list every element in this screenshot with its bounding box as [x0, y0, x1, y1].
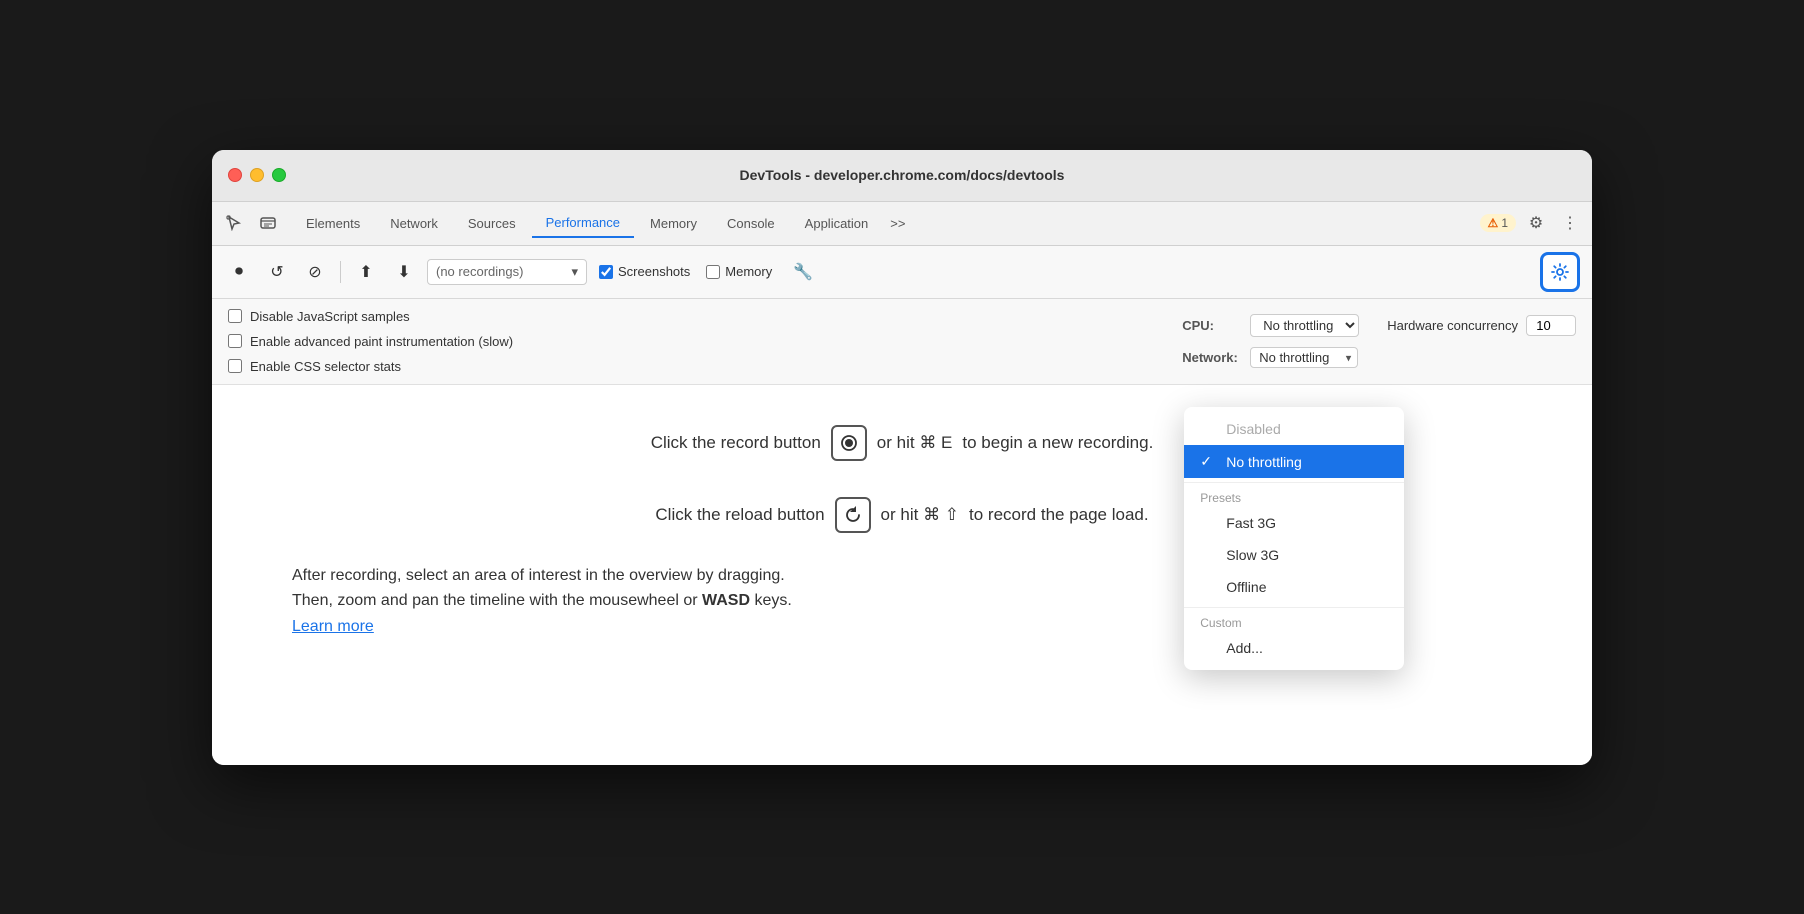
memory-checkbox-label[interactable]: Memory [706, 264, 772, 279]
tab-application[interactable]: Application [791, 210, 883, 237]
clear-button[interactable]: ⊘ [300, 257, 330, 287]
cpu-throttle-select[interactable]: No throttling [1250, 314, 1359, 337]
tab-bar: Elements Network Sources Performance Mem… [212, 202, 1592, 246]
learn-more-link[interactable]: Learn more [292, 618, 374, 635]
network-throttle-container: No throttling Disabled ✓ No throttling P… [1250, 347, 1358, 368]
wasd-bold: WASD [702, 592, 750, 609]
fast3g-label: Fast 3G [1226, 515, 1276, 531]
reload-suffix-text: to record the page load. [969, 505, 1149, 525]
screenshots-checkbox[interactable] [599, 265, 613, 279]
css-selector-stats-checkbox[interactable] [228, 359, 242, 373]
window-title: DevTools - developer.chrome.com/docs/dev… [740, 167, 1065, 183]
reload-instruction-row: Click the reload button or hit ⌘ ⇧ to re… [655, 497, 1148, 533]
memory-checkbox[interactable] [706, 265, 720, 279]
more-tabs-button[interactable]: >> [884, 212, 911, 235]
devtools-window: DevTools - developer.chrome.com/docs/dev… [212, 150, 1592, 765]
recording-select-value: (no recordings) [436, 264, 523, 279]
tab-right-actions: ⚠ 1 ⚙ ⋮ [1480, 209, 1584, 237]
dropdown-separator-1 [1184, 482, 1404, 483]
record-button[interactable]: ⏺ [224, 257, 254, 287]
maximize-button[interactable] [272, 168, 286, 182]
advanced-paint-label: Enable advanced paint instrumentation (s… [250, 334, 513, 349]
tab-sources[interactable]: Sources [454, 210, 530, 237]
tab-icons [220, 209, 282, 237]
disable-js-samples-label: Disable JavaScript samples [250, 309, 410, 324]
warning-icon: ⚠ [1488, 216, 1499, 230]
css-selector-stats-option: Enable CSS selector stats [228, 359, 513, 374]
network-throttle-dropdown: Disabled ✓ No throttling Presets Fast 3G [1184, 407, 1404, 670]
dropdown-item-offline[interactable]: Offline [1184, 571, 1404, 603]
inspect-icon[interactable] [254, 209, 282, 237]
record-instruction-text: Click the record button [651, 433, 821, 453]
disabled-label: Disabled [1226, 421, 1280, 437]
options-row: Disable JavaScript samples Enable advanc… [212, 299, 1592, 385]
reload-instruction-text: Click the reload button [655, 505, 824, 525]
record-suffix-text: to begin a new recording. [962, 433, 1153, 453]
hardware-concurrency-input[interactable] [1526, 315, 1576, 336]
hardware-concurrency-label: Hardware concurrency [1387, 318, 1518, 333]
record-instruction-row: Click the record button or hit ⌘ E to be… [651, 425, 1154, 461]
traffic-lights [228, 168, 286, 182]
tab-performance[interactable]: Performance [532, 209, 634, 238]
reload-btn-icon [835, 497, 871, 533]
network-throttle-option: Network: No throttling Disabled ✓ No thr… [1182, 347, 1576, 368]
recording-select-arrow-icon: ▾ [571, 264, 578, 280]
no-throttling-label: No throttling [1226, 454, 1301, 470]
collect-garbage-button[interactable]: 🔧 [788, 257, 818, 287]
title-bar: DevTools - developer.chrome.com/docs/dev… [212, 150, 1592, 202]
disable-js-samples-option: Disable JavaScript samples [228, 309, 513, 324]
no-throttling-check: ✓ [1200, 453, 1216, 470]
devtools-settings-button[interactable]: ⚙ [1522, 209, 1550, 237]
dropdown-item-no-throttling[interactable]: ✓ No throttling [1184, 445, 1404, 478]
tab-memory[interactable]: Memory [636, 210, 711, 237]
desc-line2-end: keys. [750, 592, 792, 609]
close-button[interactable] [228, 168, 242, 182]
dropdown-item-add[interactable]: Add... [1184, 632, 1404, 664]
toolbar-right [1540, 252, 1580, 292]
custom-group-label: Custom [1184, 612, 1404, 632]
record-shortcut-text: or hit ⌘ E [877, 433, 953, 453]
disable-js-samples-checkbox[interactable] [228, 309, 242, 323]
reload-shortcut-text: or hit ⌘ ⇧ [881, 505, 959, 525]
advanced-paint-checkbox[interactable] [228, 334, 242, 348]
cursor-icon[interactable] [220, 209, 248, 237]
presets-group-label: Presets [1184, 487, 1404, 507]
screenshots-label: Screenshots [618, 264, 690, 279]
options-right: CPU: No throttling Hardware concurrency … [1182, 314, 1576, 368]
slow3g-label: Slow 3G [1226, 547, 1279, 563]
memory-label: Memory [725, 264, 772, 279]
upload-button[interactable]: ⬆ [351, 257, 381, 287]
advanced-paint-option: Enable advanced paint instrumentation (s… [228, 334, 513, 349]
performance-toolbar: ⏺ ↺ ⊘ ⬆ ⬇ (no recordings) ▾ Screenshots … [212, 246, 1592, 299]
screenshots-checkbox-label[interactable]: Screenshots [599, 264, 690, 279]
minimize-button[interactable] [250, 168, 264, 182]
css-selector-stats-label: Enable CSS selector stats [250, 359, 401, 374]
cpu-throttle-option: CPU: No throttling Hardware concurrency [1182, 314, 1576, 337]
download-button[interactable]: ⬇ [389, 257, 419, 287]
tab-network[interactable]: Network [376, 210, 452, 237]
notification-badge[interactable]: ⚠ 1 [1480, 214, 1516, 232]
devtools-more-button[interactable]: ⋮ [1556, 209, 1584, 237]
toolbar-divider-1 [340, 261, 341, 283]
cpu-label: CPU: [1182, 318, 1242, 333]
record-btn-icon [831, 425, 867, 461]
offline-label: Offline [1226, 579, 1266, 595]
desc-line2-text: Then, zoom and pan the timeline with the… [292, 592, 702, 609]
add-label: Add... [1226, 640, 1263, 656]
dropdown-item-slow3g[interactable]: Slow 3G [1184, 539, 1404, 571]
reload-record-button[interactable]: ↺ [262, 257, 292, 287]
tab-console[interactable]: Console [713, 210, 789, 237]
network-label: Network: [1182, 350, 1242, 365]
tab-elements[interactable]: Elements [292, 210, 374, 237]
capture-settings-button[interactable] [1540, 252, 1580, 292]
notification-count: 1 [1501, 216, 1508, 230]
recording-select[interactable]: (no recordings) ▾ [427, 259, 587, 285]
dropdown-item-disabled: Disabled [1184, 413, 1404, 445]
dropdown-item-fast3g[interactable]: Fast 3G [1184, 507, 1404, 539]
toolbar-checkboxes: Screenshots Memory 🔧 [599, 257, 818, 287]
options-left: Disable JavaScript samples Enable advanc… [228, 309, 513, 374]
dropdown-separator-2 [1184, 607, 1404, 608]
network-throttle-select[interactable]: No throttling [1250, 347, 1358, 368]
